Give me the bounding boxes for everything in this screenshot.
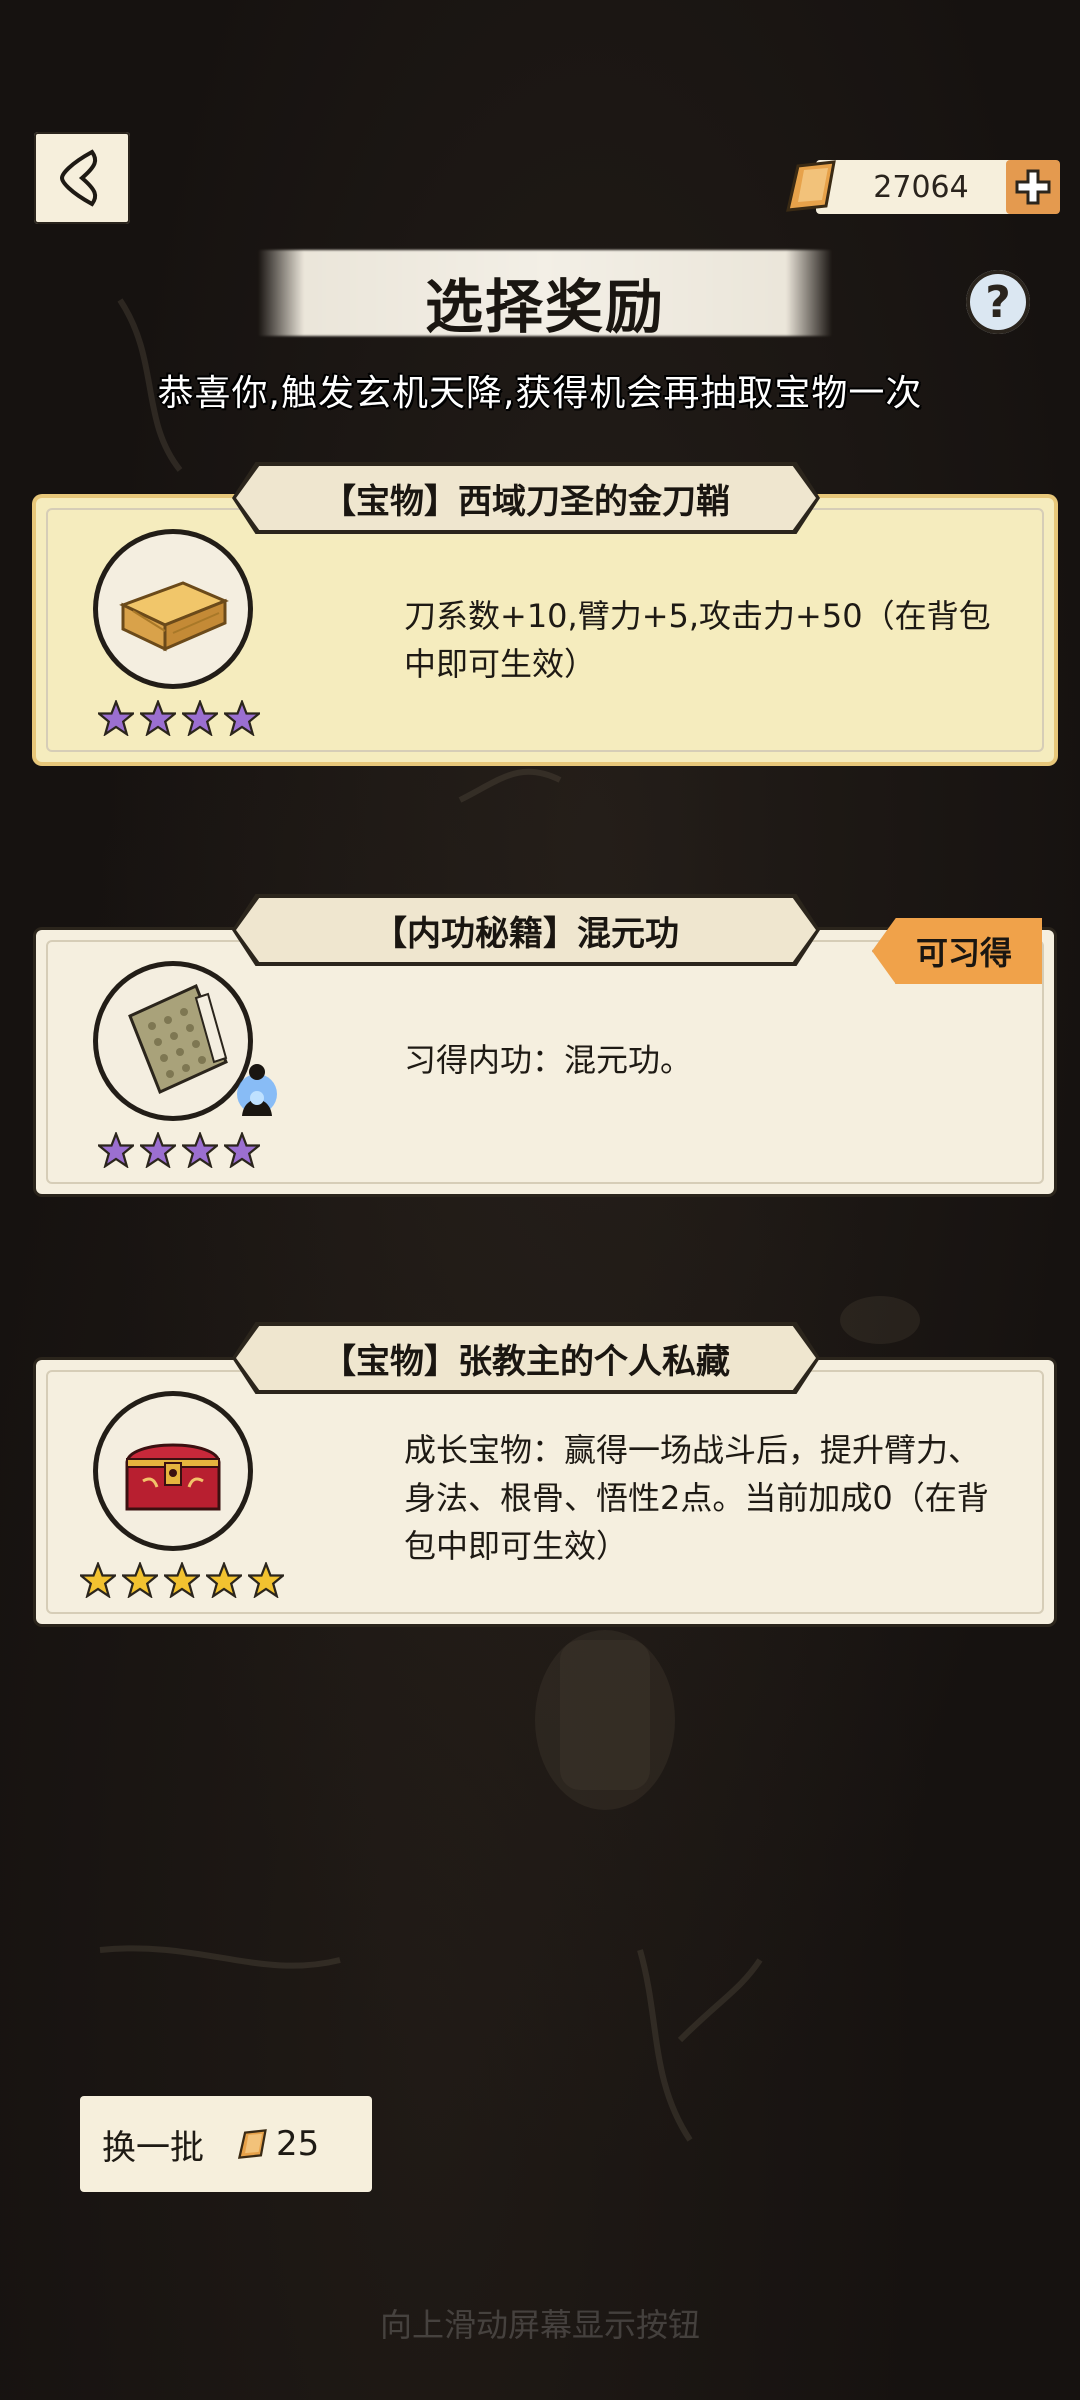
title-banner: 选择奖励 — [258, 250, 832, 341]
add-currency-button[interactable] — [1006, 160, 1060, 214]
refresh-batch-button[interactable]: 换一批 25 — [80, 2096, 372, 2192]
reward-title: 【内功秘籍】混元功 — [373, 913, 679, 954]
page-title: 选择奖励 — [424, 273, 665, 341]
reward-description: 成长宝物：赢得一场战斗后，提升臂力、身法、根骨、悟性2点。当前加成0（在背包中即… — [404, 1431, 989, 1565]
reward-title-banner-1: 【宝物】西域刀圣的金刀鞘 — [232, 462, 820, 534]
plus-icon — [1015, 169, 1051, 205]
star-icon — [182, 700, 218, 736]
reward-title: 【宝物】张教主的个人私藏 — [322, 1341, 730, 1382]
star-icon — [182, 1132, 218, 1168]
reward-description: 刀系数+10,臂力+5,攻击力+50（在背包中即可生效） — [404, 597, 991, 683]
refresh-cost: 25 — [236, 2124, 319, 2164]
meditating-figure-icon — [237, 1064, 277, 1116]
reward-icon-ring — [98, 1396, 248, 1546]
star-icon — [140, 1132, 176, 1168]
rarity-stars — [98, 1132, 260, 1168]
martial-manual-book-icon — [128, 983, 228, 1095]
question-icon: ? — [985, 276, 1011, 328]
rarity-stars — [80, 1562, 284, 1598]
star-icon — [248, 1562, 284, 1598]
rarity-stars — [98, 700, 260, 736]
star-icon — [80, 1562, 116, 1598]
reward-title-banner-3: 【宝物】张教主的个人私藏 — [232, 1322, 820, 1394]
reward-title: 【宝物】西域刀圣的金刀鞘 — [322, 481, 730, 522]
reward-icon-ring — [98, 534, 248, 684]
star-icon — [224, 1132, 260, 1168]
reward-card-1[interactable]: 刀系数+10,臂力+5,攻击力+50（在背包中即可生效） — [36, 498, 1054, 762]
currency-display: 27064 — [782, 160, 1060, 214]
star-icon — [224, 700, 260, 736]
subtitle: 恭喜你,触发玄机天降,获得机会再抽取宝物一次 — [157, 373, 923, 414]
learnable-tag: 可习得 — [872, 918, 1042, 984]
star-icon — [122, 1562, 158, 1598]
gold-ingot-icon — [786, 160, 836, 212]
star-icon — [140, 700, 176, 736]
refresh-label: 换一批 — [102, 2127, 204, 2168]
refresh-cost-amount: 25 — [276, 2124, 320, 2164]
golden-scabbard-box-icon — [119, 581, 229, 652]
star-icon — [98, 700, 134, 736]
swipe-hint: 向上滑动屏幕显示按钮 — [379, 2306, 700, 2344]
star-icon — [98, 1132, 134, 1168]
background-scene — [99, 298, 920, 2142]
star-icon — [206, 1562, 242, 1598]
reward-card-3[interactable]: 成长宝物：赢得一场战斗后，提升臂力、身法、根骨、悟性2点。当前加成0（在背包中即… — [36, 1360, 1054, 1624]
help-button[interactable]: ? — [966, 270, 1030, 334]
back-arrow-icon — [59, 149, 98, 207]
star-icon — [164, 1562, 200, 1598]
tag-label: 可习得 — [915, 934, 1012, 972]
currency-amount: 27064 — [816, 160, 1026, 214]
gold-ingot-icon — [237, 2129, 267, 2159]
red-treasure-chest-icon — [125, 1443, 221, 1511]
reward-description: 习得内功：混元功。 — [404, 1041, 693, 1079]
back-button[interactable] — [34, 132, 130, 224]
reward-title-banner-2: 【内功秘籍】混元功 — [232, 894, 820, 966]
